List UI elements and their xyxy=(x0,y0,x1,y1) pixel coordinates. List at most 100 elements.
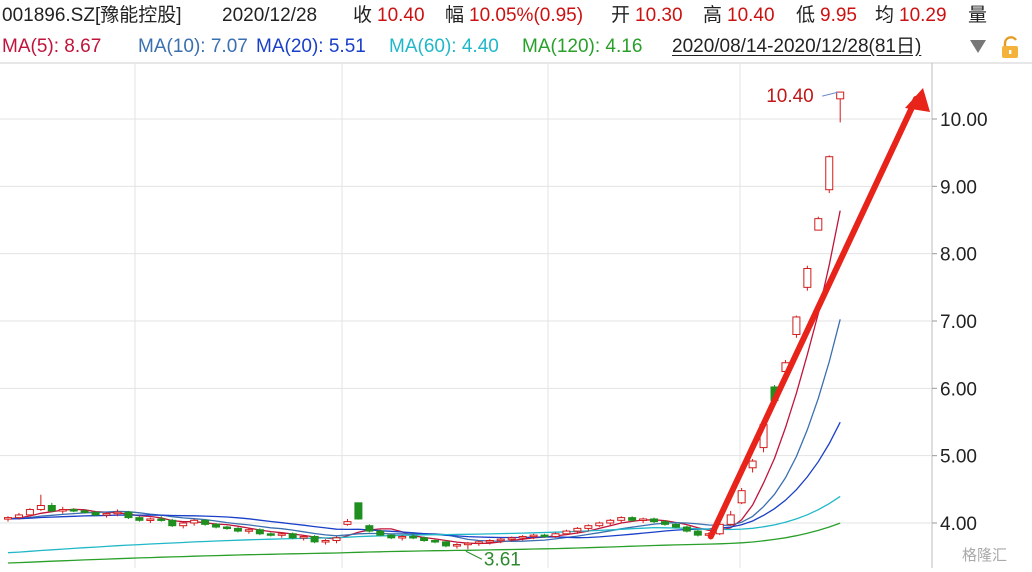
low-value: 9.95 xyxy=(820,5,857,26)
candle-body-6 xyxy=(69,509,78,512)
candle-29 xyxy=(321,539,330,545)
quote-header: 001896.SZ[豫能控股] 2020/12/28 收 10.40 幅 10.… xyxy=(0,0,1032,32)
y-tick-label-3: 7.00 xyxy=(940,312,977,333)
candle-58 xyxy=(639,517,648,523)
candle-body-57 xyxy=(628,517,637,521)
candle-18 xyxy=(201,518,210,526)
change-value: 10.05%(0.95) xyxy=(469,5,584,26)
candle-20 xyxy=(223,525,231,530)
candle-63 xyxy=(693,529,702,537)
y-tick-label-0: 4.00 xyxy=(940,514,977,535)
dropdown-triangle-icon[interactable] xyxy=(970,40,986,53)
ma-line-10 xyxy=(7,319,841,542)
ma5-legend: MA(5): 8.67 xyxy=(2,36,102,57)
avg-value: 10.29 xyxy=(899,5,947,26)
candle-33 xyxy=(365,524,374,533)
candle-68 xyxy=(748,459,757,473)
candle-4 xyxy=(47,502,56,513)
avg-label: 均 xyxy=(875,5,895,26)
candle-body-41 xyxy=(452,544,461,547)
candle-body-17 xyxy=(190,519,199,524)
candle-2 xyxy=(25,508,34,517)
candle-body-74 xyxy=(814,218,823,231)
candle-body-42 xyxy=(463,542,472,546)
ma60-legend: MA(60): 4.40 xyxy=(389,36,499,57)
candle-body-76 xyxy=(836,91,845,100)
high-price-label: 10.40 xyxy=(766,86,814,107)
candle-43 xyxy=(474,540,483,546)
trend-arrow-head xyxy=(905,88,930,112)
candle-22 xyxy=(244,528,253,534)
candle-body-4 xyxy=(47,504,56,512)
candle-body-8 xyxy=(91,511,100,516)
candle-42 xyxy=(463,541,472,550)
candle-body-20 xyxy=(223,526,231,530)
y-tick-label-5: 9.00 xyxy=(940,177,977,198)
candle-body-47 xyxy=(518,535,527,539)
candle-67 xyxy=(737,487,746,505)
y-tick-label-1: 5.00 xyxy=(940,447,977,468)
ma-line-5 xyxy=(7,210,841,545)
candle-body-38 xyxy=(420,537,429,542)
candle-23 xyxy=(255,528,264,536)
candle-0 xyxy=(4,516,12,522)
watermark-logo: 格隆汇 xyxy=(962,547,1008,564)
date-range-selector[interactable]: 2020/08/14-2020/12/28(81日) xyxy=(672,32,921,62)
candle-body-10 xyxy=(113,511,122,515)
candle-11 xyxy=(124,510,133,519)
candle-26 xyxy=(288,532,297,540)
candle-16 xyxy=(179,521,188,529)
candle-body-27 xyxy=(299,535,308,539)
candle-62 xyxy=(682,525,691,533)
high-value: 10.40 xyxy=(727,5,775,26)
close-value: 10.40 xyxy=(377,5,425,26)
candle-body-3 xyxy=(36,504,45,511)
candle-body-9 xyxy=(102,513,111,516)
volume-label: 量 xyxy=(968,5,988,26)
candle-41 xyxy=(452,543,461,549)
candle-body-16 xyxy=(179,522,188,527)
candle-body-24 xyxy=(266,533,275,536)
candle-21 xyxy=(233,527,242,533)
ma120-legend: MA(120): 4.16 xyxy=(522,36,643,57)
candle-74 xyxy=(814,216,823,231)
low-pointer-line xyxy=(465,550,483,560)
candle-body-67 xyxy=(737,490,746,504)
candle-body-7 xyxy=(80,510,89,513)
close-label: 收 xyxy=(353,5,373,26)
candle-body-12 xyxy=(135,517,144,521)
candle-body-75 xyxy=(825,156,834,191)
quote-date: 2020/12/28 xyxy=(222,5,318,26)
candle-73 xyxy=(803,265,812,291)
low-price-label: 3.61 xyxy=(484,549,521,570)
stock-code-name: 001896.SZ[豫能控股] xyxy=(2,5,182,26)
candle-body-33 xyxy=(365,525,374,532)
ma20-legend: MA(20): 5.51 xyxy=(256,36,366,57)
candle-body-44 xyxy=(485,540,494,543)
candle-76 xyxy=(836,91,845,123)
candle-body-39 xyxy=(431,540,440,543)
candle-body-59 xyxy=(650,518,659,523)
y-axis-ticks: 4.00 5.00 6.00 7.00 8.00 9.00 10.00 xyxy=(932,110,988,535)
candle-body-73 xyxy=(803,267,812,288)
candle-body-21 xyxy=(233,527,242,532)
candle-body-60 xyxy=(661,521,669,525)
lock-icon[interactable] xyxy=(998,35,1024,61)
y-tick-label-4: 8.00 xyxy=(940,245,977,266)
chart-grid xyxy=(0,62,1032,568)
candle-body-0 xyxy=(4,517,12,520)
candle-body-68 xyxy=(748,460,757,469)
candle-body-36 xyxy=(398,535,407,539)
candle-body-37 xyxy=(409,535,418,539)
candle-body-53 xyxy=(584,525,593,529)
candle-body-5 xyxy=(58,509,67,512)
candle-66 xyxy=(726,510,735,526)
candle-body-1 xyxy=(14,514,23,519)
candle-32 xyxy=(354,502,363,520)
candle-body-49 xyxy=(540,534,549,538)
candle-31 xyxy=(343,518,352,526)
candle-body-62 xyxy=(682,526,691,532)
candle-body-26 xyxy=(288,533,297,539)
candle-body-2 xyxy=(25,509,34,516)
candle-body-54 xyxy=(595,522,604,527)
